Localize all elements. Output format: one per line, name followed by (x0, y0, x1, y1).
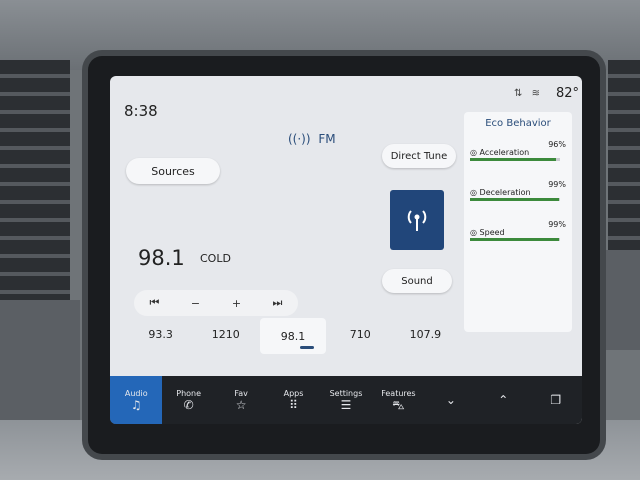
nav-scroll-down[interactable]: ⌄ (425, 376, 477, 424)
current-frequency: 98.1 (138, 246, 185, 270)
eco-metric-percent: 99% (548, 180, 566, 189)
chevron-up-icon: ⌃ (498, 393, 509, 407)
sources-button[interactable]: Sources (126, 158, 220, 184)
band-indicator: ((·)) FM (288, 132, 336, 146)
preset-2[interactable]: 1210 (193, 316, 258, 356)
nav-apps[interactable]: Apps ⠿ (267, 376, 319, 424)
eco-metric-label: ◎ Deceleration (470, 188, 531, 197)
station-name: COLD (200, 252, 231, 265)
outside-temperature: 82° (556, 86, 580, 101)
preset-1[interactable]: 93.3 (128, 316, 193, 356)
nav-label: Phone (176, 388, 202, 398)
dash-panel-left (0, 300, 80, 440)
chevron-down-icon: ⌄ (445, 393, 456, 407)
nav-fav[interactable]: Fav ☆ (215, 376, 267, 424)
nav-windows[interactable]: ❐ (530, 376, 582, 424)
tune-up-button[interactable]: + (216, 297, 257, 310)
eco-acceleration: ◎ Acceleration 96% (470, 140, 566, 161)
direct-tune-button[interactable]: Direct Tune (382, 144, 456, 168)
preset-4[interactable]: 710 (328, 316, 393, 356)
eco-metric-label: ◎ Speed (470, 228, 505, 237)
nav-settings[interactable]: Settings ☰ (320, 376, 372, 424)
data-transfer-icon: ⇅ (514, 88, 523, 99)
nav-label: Settings (329, 388, 363, 398)
status-icons: ⇅ ≋ (514, 88, 540, 99)
clock: 8:38 (124, 102, 158, 120)
infotainment-screen: 8:38 ⇅ ≋ 82° ((·)) FM Sources Direct Tun… (110, 76, 582, 424)
playback-controls: ⏮ − + ⏭ (134, 290, 298, 316)
music-note-icon: ♫ (130, 397, 142, 412)
eco-title: Eco Behavior (485, 118, 551, 129)
nav-features[interactable]: Features ⛍ (372, 376, 424, 424)
windows-icon: ❐ (550, 393, 562, 407)
eco-metric-bar (470, 198, 560, 201)
band-label: FM (318, 132, 336, 146)
nav-audio[interactable]: Audio ♫ (110, 376, 163, 424)
preset-3[interactable]: 98.1 (260, 318, 326, 354)
eco-metric-bar (470, 158, 560, 161)
eco-deceleration: ◎ Deceleration 99% (470, 180, 566, 201)
wifi-icon: ≋ (531, 88, 540, 99)
star-icon: ☆ (235, 397, 247, 412)
eco-metric-label: ◎ Acceleration (470, 148, 530, 157)
apps-grid-icon: ⠿ (289, 397, 298, 412)
radio-artwork (390, 190, 444, 250)
eco-metric-percent: 96% (548, 140, 566, 149)
nav-label: Features (381, 388, 416, 398)
car-icon: ⛍ (392, 397, 405, 412)
preset-5[interactable]: 107.9 (393, 316, 458, 356)
radio-tower-icon (407, 210, 427, 231)
preset-page-indicator (300, 346, 314, 349)
left-air-vent (0, 60, 70, 300)
sound-button[interactable]: Sound (382, 269, 452, 293)
tune-down-button[interactable]: − (175, 297, 216, 310)
antenna-icon: ((·)) (288, 132, 311, 146)
seek-back-button[interactable]: ⏮ (134, 296, 175, 310)
sliders-icon: ☰ (340, 397, 352, 412)
nav-label: Apps (283, 388, 304, 398)
nav-phone[interactable]: Phone ✆ (162, 376, 214, 424)
nav-scroll-up[interactable]: ⌃ (477, 376, 529, 424)
nav-label: Audio (124, 388, 148, 398)
phone-icon: ✆ (183, 397, 194, 412)
dash-panel-right (600, 250, 640, 350)
eco-metric-bar (470, 238, 560, 241)
eco-behavior-panel: Eco Behavior ◎ Acceleration 96% ◎ Decele… (464, 112, 572, 332)
eco-speed: ◎ Speed 99% (470, 220, 566, 241)
preset-list: 93.3 1210 98.1 710 107.9 (128, 316, 458, 356)
seek-forward-button[interactable]: ⏭ (257, 296, 298, 310)
bottom-nav-bar: Audio ♫ Phone ✆ Fav ☆ Apps ⠿ Settings ☰ … (110, 376, 582, 424)
nav-label: Fav (234, 388, 248, 398)
eco-metric-percent: 99% (548, 220, 566, 229)
